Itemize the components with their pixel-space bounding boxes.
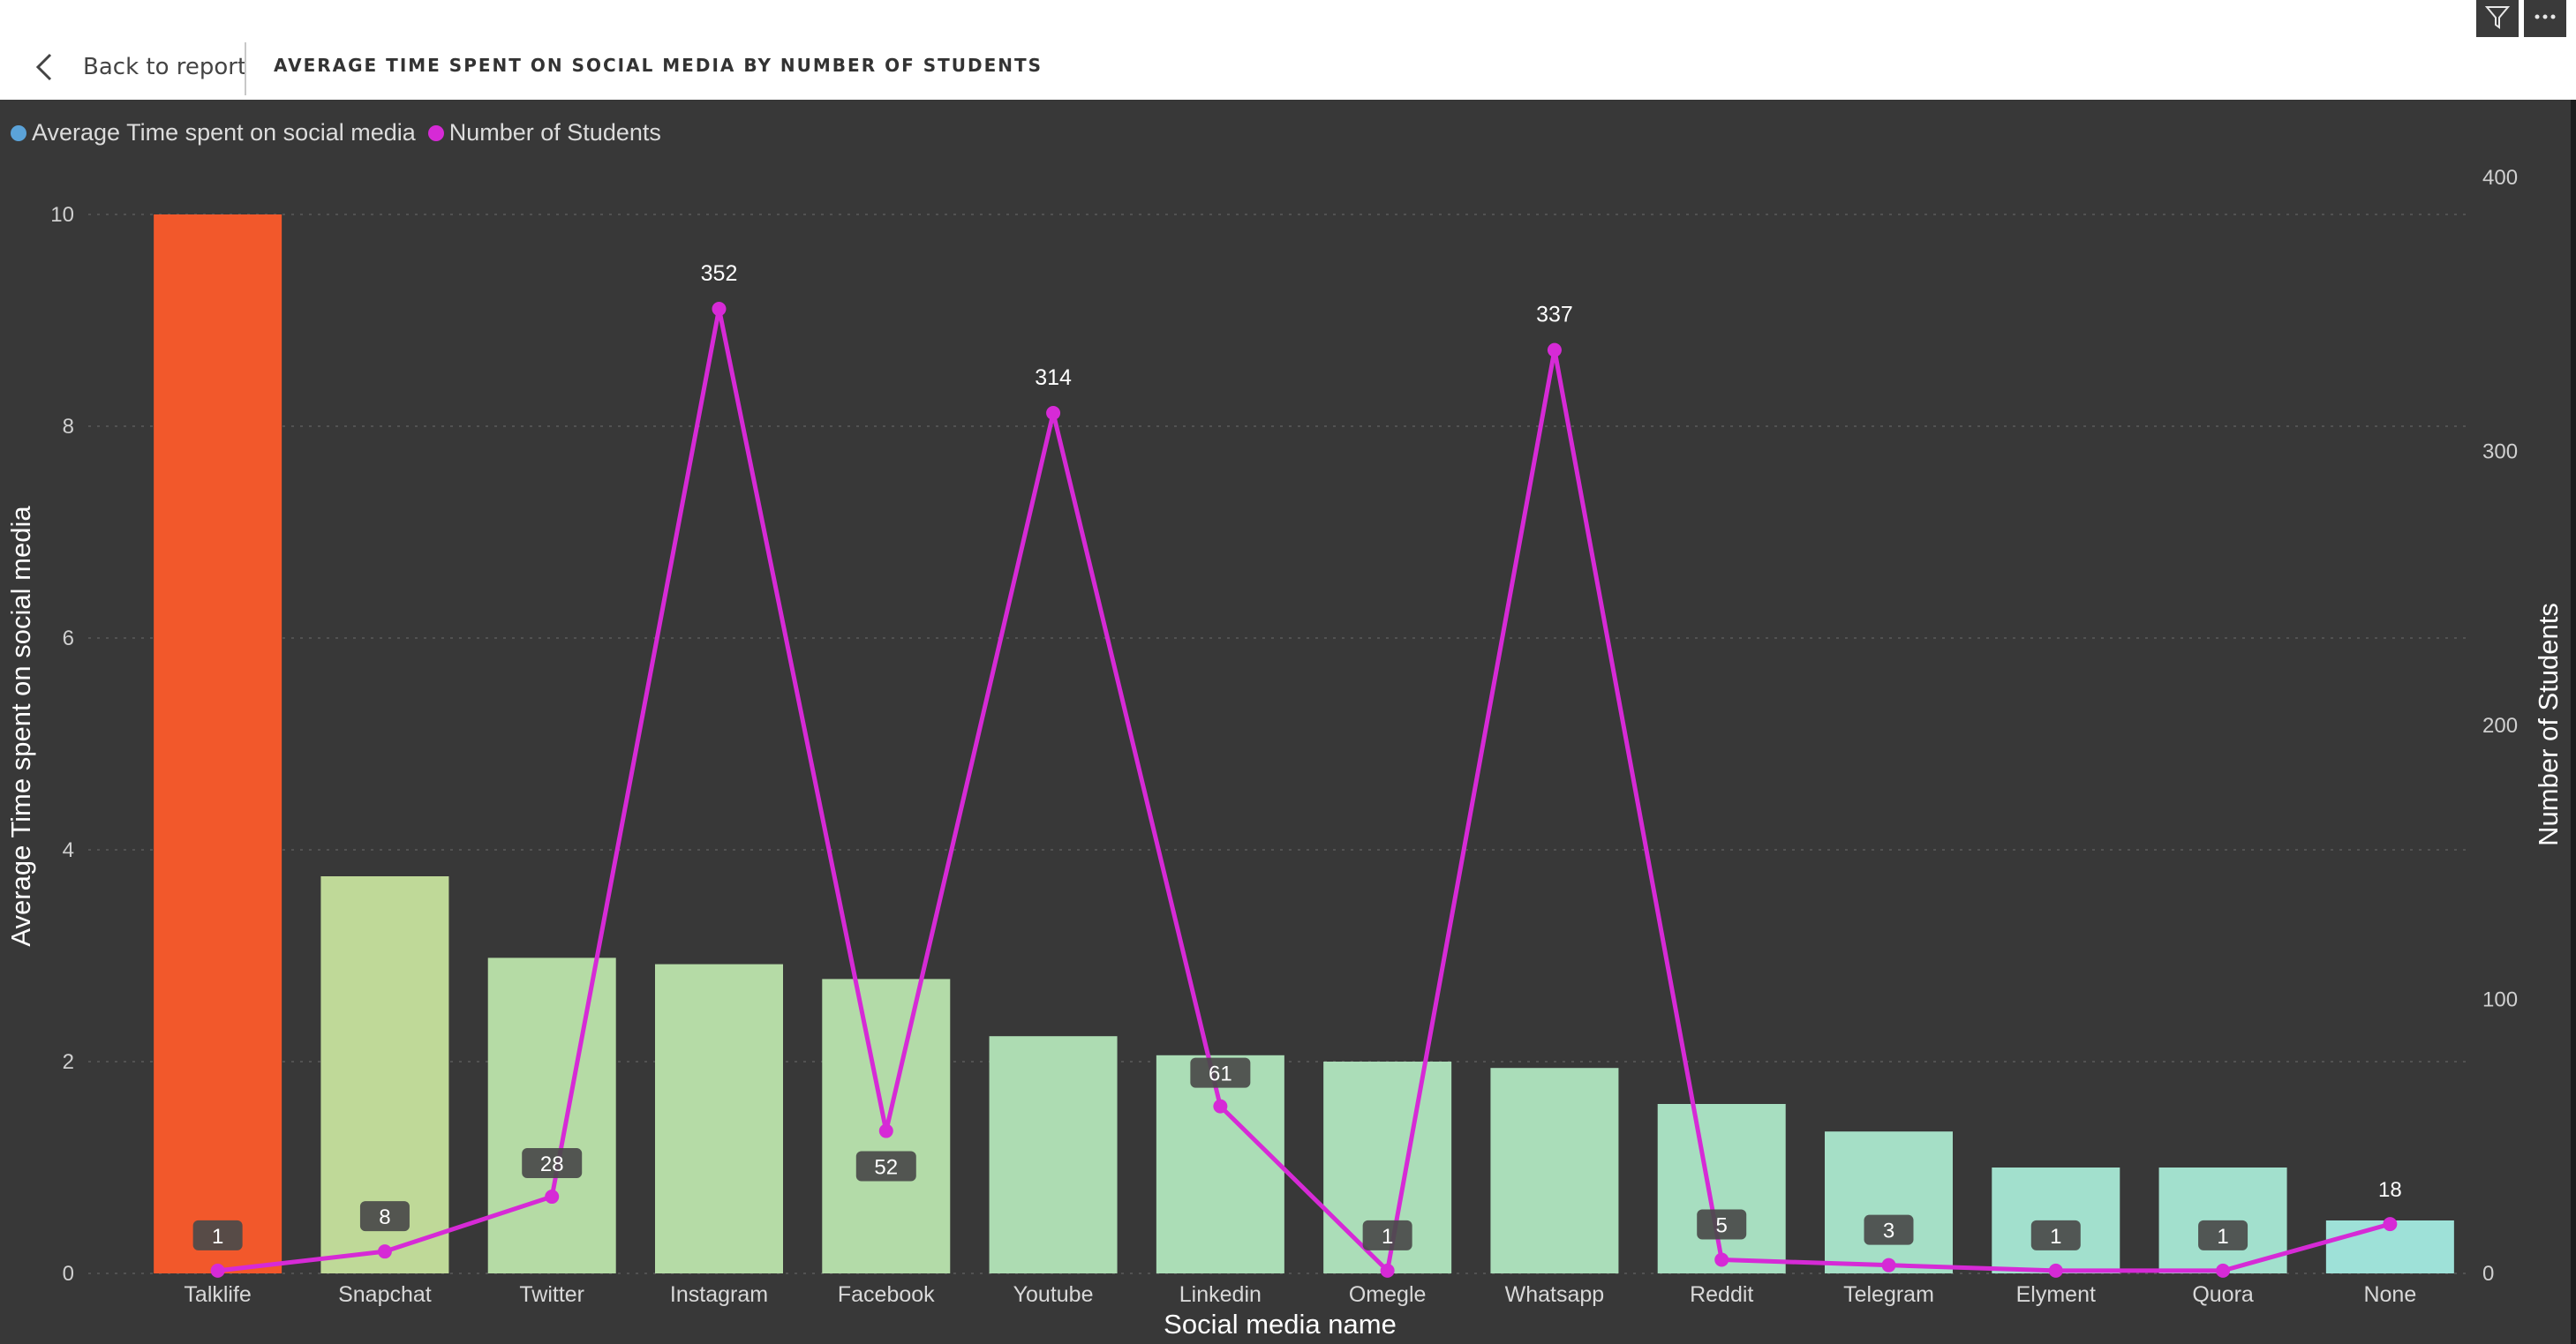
x-tick-label: Linkedin (1179, 1282, 1262, 1307)
x-tick-label: Telegram (1843, 1282, 1934, 1307)
students-point-reddit[interactable] (1714, 1252, 1729, 1267)
x-tick-label: Elyment (2016, 1282, 2096, 1307)
y2-axis-title: Number of Students (2533, 603, 2564, 846)
y-tick-label: 4 (63, 838, 74, 862)
y-tick-label: 6 (63, 627, 74, 650)
students-point-omegle[interactable] (1380, 1263, 1395, 1278)
y-tick-label: 2 (63, 1050, 74, 1074)
chevron-left-icon (26, 49, 62, 85)
combo-chart: 02468100100200300400Average Time spent o… (5, 166, 2564, 1340)
students-point-linkedin[interactable] (1213, 1099, 1228, 1114)
bar-talklife[interactable] (154, 214, 282, 1273)
y2-tick-label: 300 (2482, 440, 2518, 464)
bar-series (154, 214, 2454, 1273)
x-tick-label: Youtube (1013, 1282, 1094, 1307)
x-tick-label: Twitter (519, 1282, 584, 1307)
data-label: 18 (2378, 1178, 2402, 1202)
x-tick-label: Quora (2192, 1282, 2254, 1307)
y2-tick-label: 0 (2482, 1262, 2494, 1286)
bar-whatsapp[interactable] (1490, 1068, 1619, 1273)
back-label: Back to report (83, 54, 247, 80)
data-label: 52 (874, 1156, 898, 1180)
x-tick-label: Talklife (184, 1282, 251, 1307)
y-axis-title: Average Time spent on social media (5, 506, 36, 947)
data-label: 352 (701, 261, 738, 286)
students-point-youtube[interactable] (1046, 406, 1061, 421)
data-label: 314 (1035, 365, 1072, 390)
bar-twitter[interactable] (487, 957, 616, 1273)
students-point-talklife[interactable] (210, 1263, 225, 1278)
data-label: 5 (1716, 1213, 1728, 1237)
x-tick-label: Whatsapp (1505, 1282, 1605, 1307)
students-point-elyment[interactable] (2048, 1263, 2063, 1278)
scrollbar-edge (2571, 100, 2576, 1344)
x-tick-label: Omegle (1349, 1282, 1427, 1307)
x-tick-label: Facebook (838, 1282, 935, 1307)
bar-linkedin[interactable] (1156, 1055, 1284, 1273)
x-tick-label: None (2363, 1282, 2416, 1307)
data-label: 3 (1883, 1220, 1894, 1243)
students-point-none[interactable] (2383, 1217, 2398, 1232)
students-point-telegram[interactable] (1881, 1258, 1896, 1273)
data-label: 1 (2050, 1225, 2061, 1249)
students-point-quora[interactable] (2216, 1263, 2231, 1278)
bar-youtube[interactable] (989, 1036, 1118, 1273)
data-label: 28 (540, 1153, 564, 1176)
chart-visual: Average Time spent on social media Numbe… (0, 100, 2576, 1344)
data-label: 61 (1209, 1062, 1232, 1086)
y-tick-label: 10 (50, 203, 74, 227)
data-label: 1 (212, 1225, 223, 1249)
more-options-icon (2532, 4, 2558, 34)
students-point-instagram[interactable] (712, 302, 727, 317)
students-point-snapchat[interactable] (377, 1244, 392, 1259)
page-title: AVERAGE TIME SPENT ON SOCIAL MEDIA BY NU… (274, 55, 1043, 76)
y-tick-label: 0 (63, 1262, 74, 1286)
students-point-twitter[interactable] (545, 1190, 560, 1205)
report-header: Back to report AVERAGE TIME SPENT ON SOC… (0, 0, 2576, 100)
data-label: 8 (379, 1205, 390, 1229)
bar-telegram[interactable] (1825, 1131, 1953, 1273)
y2-tick-label: 400 (2482, 166, 2518, 190)
data-label: 337 (1536, 303, 1573, 327)
header-divider (245, 42, 246, 95)
y-tick-label: 8 (63, 415, 74, 439)
y2-tick-label: 100 (2482, 988, 2518, 1012)
data-label: 1 (1382, 1225, 1393, 1249)
filter-icon (2484, 4, 2511, 34)
more-options-button[interactable] (2524, 0, 2566, 37)
data-label: 1 (2217, 1225, 2228, 1249)
visual-header-icons (2476, 0, 2566, 37)
y2-tick-label: 200 (2482, 714, 2518, 738)
x-tick-label: Reddit (1690, 1282, 1753, 1307)
x-tick-label: Instagram (670, 1282, 768, 1307)
students-point-whatsapp[interactable] (1547, 342, 1562, 357)
x-axis-title: Social media name (1164, 1309, 1397, 1340)
back-to-report-button[interactable]: Back to report (26, 41, 246, 94)
x-tick-label: Snapchat (338, 1282, 432, 1307)
bar-instagram[interactable] (655, 964, 783, 1273)
students-point-facebook[interactable] (878, 1123, 893, 1138)
filter-button[interactable] (2476, 0, 2519, 37)
